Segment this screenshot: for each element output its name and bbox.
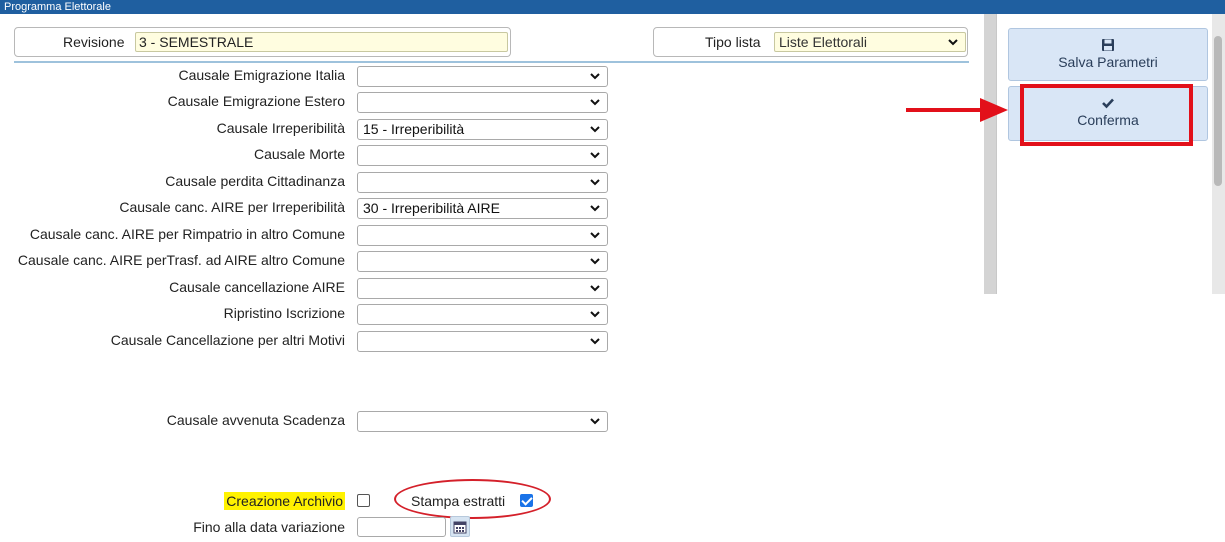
scadenza-label: Causale avvenuta Scadenza — [166, 412, 345, 428]
chevron-down-icon — [590, 285, 600, 292]
creazione-archivio-label: Creazione Archivio — [224, 492, 345, 510]
field-value: 30 - Irreperibilità AIRE — [363, 200, 500, 216]
field-select[interactable] — [357, 225, 608, 246]
calendar-icon — [453, 521, 467, 534]
revisione-label: Revisione — [63, 34, 125, 50]
chevron-down-icon — [590, 205, 600, 212]
salva-parametri-label: Salva Parametri — [1058, 54, 1158, 70]
chevron-down-icon — [590, 126, 600, 133]
conferma-annotation-frame — [1020, 84, 1193, 146]
splitter[interactable] — [984, 14, 996, 294]
field-label: Causale Emigrazione Italia — [178, 67, 345, 83]
field-select[interactable] — [357, 251, 608, 272]
chevron-down-icon — [590, 73, 600, 80]
field-select[interactable] — [357, 92, 608, 113]
field-label: Causale cancellazione AIRE — [169, 279, 345, 295]
field-select[interactable]: 30 - Irreperibilità AIRE — [357, 198, 608, 219]
chevron-down-icon — [590, 311, 600, 318]
header-divider — [14, 61, 969, 63]
creazione-archivio-text: Creazione Archivio — [224, 492, 345, 510]
field-label: Causale Cancellazione per altri Motivi — [110, 332, 345, 348]
tipo-lista-select[interactable]: Liste Elettorali — [774, 32, 966, 52]
chevron-down-icon — [590, 99, 600, 106]
field-label: Causale perdita Cittadinanza — [165, 173, 345, 189]
chevron-down-icon — [590, 258, 600, 265]
field-select[interactable] — [357, 304, 608, 325]
field-select[interactable] — [357, 331, 608, 352]
chevron-down-icon — [590, 338, 600, 345]
annotation-arrow-icon — [980, 98, 1008, 122]
chevron-down-icon — [590, 179, 600, 186]
field-value: 15 - Irreperibilità — [363, 121, 465, 137]
field-label: Causale Irreperibilità — [216, 120, 345, 136]
calendar-button[interactable] — [450, 516, 470, 537]
chevron-down-icon — [590, 152, 600, 159]
salva-parametri-button[interactable]: Salva Parametri — [1008, 28, 1208, 81]
field-label: Ripristino Iscrizione — [223, 305, 345, 321]
scadenza-select[interactable] — [357, 411, 608, 432]
field-label: Causale Morte — [253, 146, 345, 162]
chevron-down-icon — [948, 39, 958, 46]
field-label: Causale Emigrazione Estero — [167, 93, 345, 109]
window-title: Programma Elettorale — [0, 0, 1225, 14]
blank-area — [996, 294, 1225, 542]
tipo-lista-label: Tipo lista — [705, 34, 761, 50]
field-select[interactable] — [357, 278, 608, 299]
chevron-down-icon — [590, 418, 600, 425]
fino-data-label: Fino alla data variazione — [193, 519, 345, 535]
field-select[interactable] — [357, 145, 608, 166]
stampa-estratti-label: Stampa estratti — [411, 493, 506, 509]
tipo-lista-value: Liste Elettorali — [779, 34, 867, 50]
revisione-group: Revisione 3 - SEMESTRALE — [14, 27, 511, 57]
field-select[interactable]: 15 - Irreperibilità — [357, 119, 608, 140]
fino-data-input[interactable] — [357, 517, 446, 537]
annotation-arrow-shaft — [906, 108, 984, 112]
field-label: Causale canc. AIRE per Irreperibilità — [119, 199, 345, 215]
scrollbar-thumb[interactable] — [1214, 36, 1222, 186]
field-label: Causale canc. AIRE perTrasf. ad AIRE alt… — [17, 252, 345, 268]
creazione-archivio-checkbox[interactable] — [357, 494, 370, 507]
floppy-disk-icon — [1102, 39, 1114, 51]
stampa-estratti-checkbox[interactable] — [520, 494, 533, 507]
tipo-lista-group: Tipo lista Liste Elettorali — [653, 27, 968, 57]
field-select[interactable] — [357, 172, 608, 193]
chevron-down-icon — [590, 232, 600, 239]
field-select[interactable] — [357, 66, 608, 87]
field-label: Causale canc. AIRE per Rimpatrio in altr… — [29, 226, 345, 242]
revisione-input[interactable]: 3 - SEMESTRALE — [135, 32, 508, 52]
